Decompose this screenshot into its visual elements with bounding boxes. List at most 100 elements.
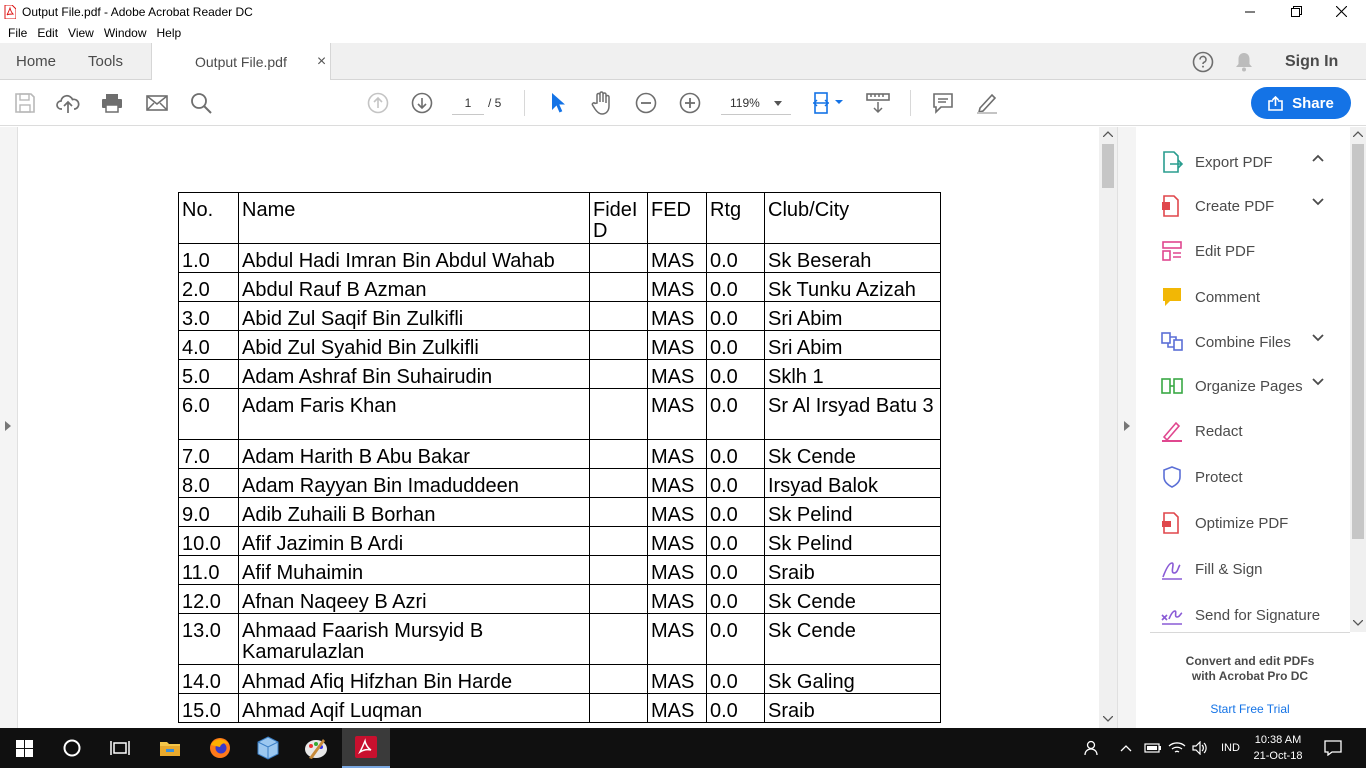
volume-icon[interactable] <box>1192 728 1208 768</box>
notification-bell-icon[interactable] <box>1235 43 1253 80</box>
tool-item-comment[interactable]: Comment <box>1160 283 1335 311</box>
battery-icon[interactable] <box>1144 728 1162 768</box>
tab-tools[interactable]: Tools <box>88 43 123 80</box>
search-icon[interactable] <box>189 91 213 115</box>
player-table: No. Name FideID FED Rtg Club/City 1.0 Abd… <box>178 192 941 723</box>
email-icon[interactable] <box>145 91 169 115</box>
close-window-button[interactable] <box>1318 0 1364 23</box>
right-pane-toggle-strip[interactable] <box>1117 127 1136 728</box>
cell-no: 6.0 <box>178 388 239 440</box>
fill-sign-icon <box>1162 562 1182 580</box>
previous-page-icon[interactable] <box>366 91 390 115</box>
tool-item-export-pdf[interactable]: Export PDF <box>1160 148 1335 176</box>
sign-in-link[interactable]: Sign In <box>1285 43 1338 80</box>
comment-icon[interactable] <box>931 91 955 115</box>
show-hidden-icons-icon[interactable] <box>1120 728 1132 768</box>
print-icon[interactable] <box>100 91 124 115</box>
next-page-icon[interactable] <box>410 91 434 115</box>
table-row: 1.0 Abdul Hadi Imran Bin Abdul Wahab MAS 0.… <box>178 243 941 273</box>
scroll-thumb[interactable] <box>1102 144 1114 188</box>
cell-fed: MAS <box>647 584 707 614</box>
task-view-icon[interactable] <box>96 728 144 768</box>
tool-item-organize-pages[interactable]: Organize Pages <box>1160 372 1335 400</box>
document-scrollbar[interactable] <box>1099 127 1117 728</box>
tool-item-fill-sign[interactable]: Fill & Sign <box>1160 555 1335 583</box>
zoom-out-icon[interactable] <box>634 91 658 115</box>
hand-tool-icon[interactable] <box>590 91 614 115</box>
menu-file[interactable]: File <box>8 26 27 40</box>
menu-view[interactable]: View <box>68 26 94 40</box>
upload-cloud-icon[interactable] <box>56 91 80 115</box>
select-cursor-icon[interactable] <box>546 91 570 115</box>
cell-no: 5.0 <box>178 359 239 389</box>
menu-window[interactable]: Window <box>104 26 147 40</box>
scroll-up-icon[interactable] <box>1353 131 1363 137</box>
cell-rtg: 0.0 <box>706 584 765 614</box>
cell-fideid <box>589 243 648 273</box>
highlight-pen-icon[interactable] <box>975 91 999 115</box>
cell-fideid <box>589 388 648 440</box>
clock-time: 10:38 AM <box>1254 734 1302 746</box>
page-fit-icon[interactable] <box>811 91 845 115</box>
windows-start-icon[interactable] <box>0 728 48 768</box>
tool-item-label: Optimize PDF <box>1195 514 1289 532</box>
scroll-up-icon[interactable] <box>1103 131 1113 137</box>
save-icon[interactable] <box>13 91 37 115</box>
firefox-icon[interactable] <box>196 728 244 768</box>
tab-document[interactable]: Output File.pdf × <box>151 43 331 81</box>
share-button[interactable]: Share <box>1251 87 1351 119</box>
virtualbox-icon[interactable] <box>244 728 292 768</box>
wifi-icon[interactable] <box>1168 728 1186 768</box>
menu-help[interactable]: Help <box>157 26 182 40</box>
start-free-trial-link[interactable]: Start Free Trial <box>1150 702 1350 716</box>
scroll-down-icon[interactable] <box>1103 716 1113 722</box>
acrobat-taskbar-icon[interactable] <box>342 728 390 768</box>
measure-tool-icon[interactable] <box>866 91 890 115</box>
action-center-icon[interactable] <box>1324 728 1342 768</box>
minimize-button[interactable] <box>1227 0 1273 23</box>
tools-pane-scrollbar[interactable] <box>1350 127 1366 632</box>
cell-fideid <box>589 439 648 469</box>
chevron-up-icon[interactable] <box>1312 154 1324 162</box>
tool-item-protect[interactable]: Protect <box>1160 463 1335 491</box>
cell-fed: MAS <box>647 243 707 273</box>
zoom-level-value: 119% <box>730 96 760 110</box>
page-number-input[interactable]: 1 <box>452 93 484 115</box>
tab-close-icon[interactable]: × <box>317 53 326 71</box>
scroll-thumb[interactable] <box>1352 144 1364 539</box>
tool-item-redact[interactable]: Redact <box>1160 417 1335 445</box>
cell-no: 14.0 <box>178 664 239 694</box>
tool-item-combine-files[interactable]: Combine Files <box>1160 328 1335 356</box>
table-row: 2.0 Abdul Rauf B Azman MAS 0.0 Sk Tunku Aziz… <box>178 272 941 302</box>
toolbar-divider <box>910 90 911 116</box>
tool-item-optimize-pdf[interactable]: Optimize PDF <box>1160 509 1335 537</box>
tool-item-create-pdf[interactable]: Create PDF <box>1160 192 1335 220</box>
chevron-down-icon[interactable] <box>1312 198 1324 206</box>
system-clock[interactable]: 10:38 AM 21-Oct-18 <box>1250 732 1306 764</box>
people-icon[interactable] <box>1084 728 1100 768</box>
zoom-in-icon[interactable] <box>678 91 702 115</box>
help-icon[interactable] <box>1192 43 1214 80</box>
paint-icon[interactable] <box>292 728 340 768</box>
chevron-down-icon[interactable] <box>1312 378 1324 386</box>
menu-edit[interactable]: Edit <box>37 26 58 40</box>
table-body: 1.0 Abdul Hadi Imran Bin Abdul Wahab MAS 0.… <box>178 243 941 723</box>
zoom-level-select[interactable]: 119% <box>721 93 791 115</box>
tab-home[interactable]: Home <box>16 43 56 80</box>
tool-item-edit-pdf[interactable]: Edit PDF <box>1160 237 1335 265</box>
input-language[interactable]: IND <box>1221 728 1240 768</box>
collapse-right-pane-icon[interactable] <box>1124 421 1130 431</box>
cortana-search-icon[interactable] <box>48 728 96 768</box>
tool-item-send-for-signature[interactable]: Send for Signature <box>1160 601 1335 629</box>
cell-club: Sk Pelind <box>764 526 941 556</box>
file-explorer-icon[interactable] <box>146 728 194 768</box>
table-header-row: No. Name FideID FED Rtg Club/City <box>178 192 941 244</box>
cell-name: Abid Zul Saqif Bin Zulkifli <box>238 301 590 331</box>
restore-button[interactable] <box>1273 0 1319 23</box>
expand-left-panel-icon[interactable] <box>5 421 11 431</box>
left-panel-collapsed[interactable] <box>0 127 18 728</box>
chevron-down-icon[interactable] <box>1312 334 1324 342</box>
cell-name: Abid Zul Syahid Bin Zulkifli <box>238 330 590 360</box>
cell-fed: MAS <box>647 555 707 585</box>
scroll-down-icon[interactable] <box>1353 620 1363 626</box>
